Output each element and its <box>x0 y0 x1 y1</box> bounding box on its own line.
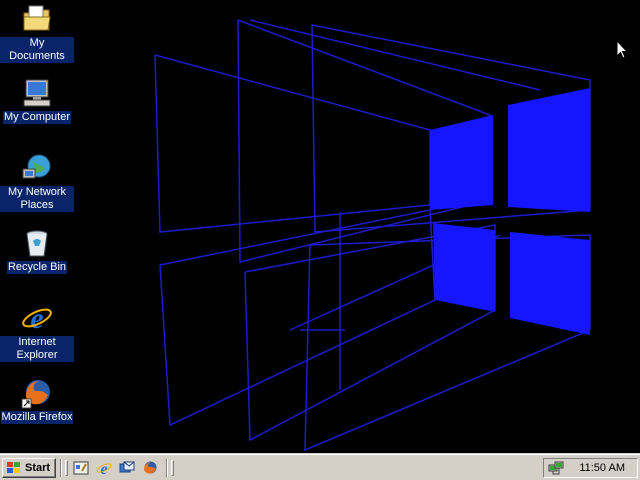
firefox-quick-launch-icon[interactable] <box>142 460 158 476</box>
desktop-icon-label: My Documents <box>0 37 74 63</box>
desktop-icon-label: Recycle Bin <box>6 261 68 274</box>
start-button[interactable]: Start <box>2 458 56 478</box>
recycle-bin-icon <box>26 230 48 257</box>
wallpaper-image <box>154 19 591 452</box>
folder-documents-icon <box>23 5 51 31</box>
internet-explorer-quick-launch-icon[interactable]: e <box>96 460 112 476</box>
task-area-grip[interactable] <box>171 460 174 476</box>
taskbar-separator <box>60 459 62 477</box>
svg-text:e: e <box>100 461 107 476</box>
quick-launch-grip[interactable] <box>65 460 68 476</box>
desktop-icon-my-computer[interactable]: My Computer <box>0 77 74 124</box>
outlook-express-icon[interactable] <box>119 460 135 476</box>
desktop-icon-label: Internet Explorer <box>0 336 74 362</box>
taskbar: Start e 11:50 AM <box>0 453 640 480</box>
taskbar-clock[interactable]: 11:50 AM <box>579 462 625 474</box>
desktop-icon-label: My Computer <box>2 111 72 124</box>
desktop-icon-mozilla-firefox[interactable]: Mozilla Firefox <box>0 377 74 424</box>
desktop-icon-my-documents[interactable]: My Documents <box>0 3 74 63</box>
computer-icon <box>23 79 51 107</box>
network-tray-icon[interactable] <box>548 460 564 476</box>
taskbar-separator <box>166 459 168 477</box>
system-tray: 11:50 AM <box>543 458 638 478</box>
network-places-icon <box>22 154 51 179</box>
desktop-icon-my-network-places[interactable]: My Network Places <box>0 152 74 212</box>
internet-explorer-icon: e <box>22 302 52 334</box>
desktop-icon-recycle-bin[interactable]: Recycle Bin <box>0 227 74 274</box>
desktop[interactable]: My Documents My Computer My Network Plac… <box>0 0 640 454</box>
mouse-cursor-icon <box>616 40 628 59</box>
firefox-icon <box>21 380 50 409</box>
desktop-icon-label: My Network Places <box>0 186 74 212</box>
windows-logo-icon <box>7 462 20 473</box>
show-desktop-icon[interactable] <box>73 460 89 476</box>
start-button-label: Start <box>25 462 51 474</box>
desktop-icon-internet-explorer[interactable]: e Internet Explorer <box>0 302 74 362</box>
desktop-icon-label: Mozilla Firefox <box>0 411 74 424</box>
svg-text:e: e <box>30 302 43 334</box>
